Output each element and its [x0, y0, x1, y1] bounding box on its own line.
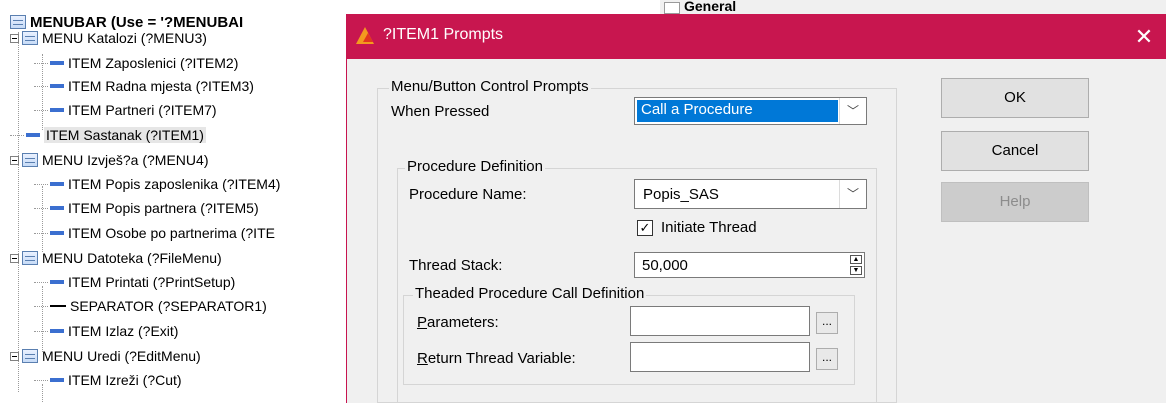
close-button[interactable]: ✕: [1121, 14, 1166, 59]
chevron-down-icon[interactable]: ﹀: [839, 180, 866, 208]
tree-menu-node[interactable]: MENU Izvješ?a (?MENU4): [10, 150, 208, 170]
menu-item-icon: [50, 231, 64, 235]
procedure-name-select[interactable]: Popis_SAS ﹀: [634, 179, 867, 209]
parameters-lookup-button[interactable]: ...: [816, 312, 838, 334]
parameters-field[interactable]: [630, 306, 810, 336]
menu-icon: [22, 349, 38, 363]
spin-down-icon[interactable]: ▼: [850, 266, 862, 275]
dialog-titlebar[interactable]: ?ITEM1 Prompts ✕: [347, 14, 1166, 59]
tree-item-node[interactable]: ITEM Popis zaposlenika (?ITEM4): [34, 174, 280, 194]
tree-connector: [34, 207, 48, 209]
ok-button[interactable]: OK: [941, 78, 1089, 118]
initiate-thread-checkbox[interactable]: ✓: [637, 220, 653, 236]
tree-row-label: ITEM Printati (?PrintSetup): [68, 274, 236, 290]
item-prompts-dialog: ?ITEM1 Prompts ✕ Menu/Button Control Pro…: [346, 14, 1166, 403]
page-icon: [664, 2, 680, 14]
collapse-icon[interactable]: [10, 351, 19, 361]
tree-row-label: SEPARATOR (?SEPARATOR1): [70, 298, 267, 314]
separator-icon: [50, 305, 66, 307]
menu-item-icon: [50, 182, 64, 186]
threaded-call-title: Theaded Procedure Call Definition: [413, 285, 647, 302]
tree-row-label: ITEM Izlaz (?Exit): [68, 323, 179, 339]
tree-connector: [34, 109, 48, 111]
tree-connector: [34, 379, 48, 381]
tree-row-label: MENU Katalozi (?MENU3): [42, 30, 207, 46]
tree-row-label: MENU Uredi (?EditMenu): [42, 348, 201, 364]
tree-item-node[interactable]: ITEM Partneri (?ITEM7): [34, 100, 217, 120]
tree-separator-node[interactable]: SEPARATOR (?SEPARATOR1): [34, 296, 267, 316]
return-variable-lookup-button[interactable]: ...: [816, 348, 838, 370]
spin-arrows[interactable]: ▲ ▼: [850, 255, 862, 275]
tree-row-label: ITEM Popis zaposlenika (?ITEM4): [68, 176, 281, 192]
menu-item-icon: [50, 61, 64, 65]
tree-connector: [34, 85, 48, 87]
tree-menu-node[interactable]: MENU Uredi (?EditMenu): [10, 346, 201, 366]
tree-row-label: ITEM Popis partnera (?ITEM5): [68, 200, 259, 216]
tree-connector: [34, 183, 48, 185]
spin-up-icon[interactable]: ▲: [850, 255, 862, 264]
tree-row-label: ITEM Osobe po partnerima (?ITE: [68, 225, 275, 241]
collapse-icon[interactable]: [10, 253, 19, 263]
tree-menu-node[interactable]: MENU Katalozi (?MENU3): [10, 28, 207, 48]
procedure-name-label: Procedure Name:: [409, 186, 527, 203]
tree-row-label: MENU Datoteka (?FileMenu): [42, 250, 222, 266]
tree-connector: [34, 305, 48, 307]
menu-button-group-title: Menu/Button Control Prompts: [389, 78, 591, 95]
tree-row-label: ITEM Zaposlenici (?ITEM2): [68, 55, 239, 71]
when-pressed-value: Call a Procedure: [641, 101, 753, 118]
procedure-definition-title: Procedure Definition: [405, 158, 545, 175]
tree-item-node[interactable]: ITEM Radna mjesta (?ITEM3): [34, 76, 254, 96]
menu-item-icon: [50, 280, 64, 284]
tree-item-node[interactable]: ITEM Izreži (?Cut): [34, 370, 182, 390]
parameters-label: Parameters:: [417, 314, 499, 331]
tree-connector: [34, 232, 48, 234]
menu-icon: [22, 153, 38, 167]
when-pressed-label: When Pressed: [391, 103, 490, 120]
tree-row-label: ITEM Sastanak (?ITEM1): [44, 127, 206, 143]
tree-item-node[interactable]: ITEM Osobe po partnerima (?ITE: [34, 223, 275, 243]
return-thread-variable-field[interactable]: [630, 342, 810, 372]
cancel-button[interactable]: Cancel: [941, 131, 1089, 171]
general-tab[interactable]: General: [684, 0, 736, 14]
tree-item-node[interactable]: ITEM Zaposlenici (?ITEM2): [34, 53, 238, 73]
tree-connector: [34, 330, 48, 332]
collapse-icon[interactable]: [10, 155, 19, 165]
thread-stack-spinner[interactable]: 50,000 ▲ ▼: [634, 252, 865, 278]
menubar-icon: [10, 15, 26, 29]
dialog-title: ?ITEM1 Prompts: [383, 26, 504, 43]
tree-connector: [34, 281, 48, 283]
collapse-icon[interactable]: [10, 33, 19, 43]
tree-menu-node[interactable]: MENU Datoteka (?FileMenu): [10, 248, 222, 268]
chevron-down-icon[interactable]: ﹀: [839, 98, 866, 124]
menu-icon: [22, 31, 38, 45]
tree-item-node[interactable]: ITEM Sastanak (?ITEM1): [10, 125, 206, 145]
tree-row-label: ITEM Radna mjesta (?ITEM3): [68, 78, 254, 94]
thread-stack-value: 50,000: [642, 257, 688, 274]
tree-item-node[interactable]: ITEM Popis partnera (?ITEM5): [34, 198, 259, 218]
when-pressed-select[interactable]: Call a Procedure ﹀: [634, 97, 867, 125]
menu-icon: [22, 251, 38, 265]
tree-row-label: ITEM Izreži (?Cut): [68, 372, 182, 388]
menu-item-icon: [50, 378, 64, 382]
tree-connector: [34, 62, 48, 64]
help-button[interactable]: Help: [941, 182, 1089, 222]
tree-item-node[interactable]: ITEM Izlaz (?Exit): [34, 321, 178, 341]
thread-stack-label: Thread Stack:: [409, 257, 503, 274]
tree-row-label: MENU Izvješ?a (?MENU4): [42, 152, 209, 168]
menu-item-icon: [50, 84, 64, 88]
menu-item-icon: [50, 108, 64, 112]
return-thread-variable-label: Return Thread Variable:: [417, 350, 576, 367]
tree-connector: [10, 134, 24, 136]
tree-row-label: ITEM Partneri (?ITEM7): [68, 102, 217, 118]
procedure-name-value: Popis_SAS: [643, 186, 719, 203]
menu-item-icon: [26, 133, 40, 137]
menu-tree-panel: MENUBAR (Use = '?MENUBAI MENU Katalozi (…: [0, 0, 346, 403]
initiate-thread-label: Initiate Thread: [661, 219, 757, 236]
menu-item-icon: [50, 329, 64, 333]
menu-item-icon: [50, 206, 64, 210]
tree-item-node[interactable]: ITEM Printati (?PrintSetup): [34, 272, 235, 292]
clarion-logo-icon: [356, 27, 374, 44]
